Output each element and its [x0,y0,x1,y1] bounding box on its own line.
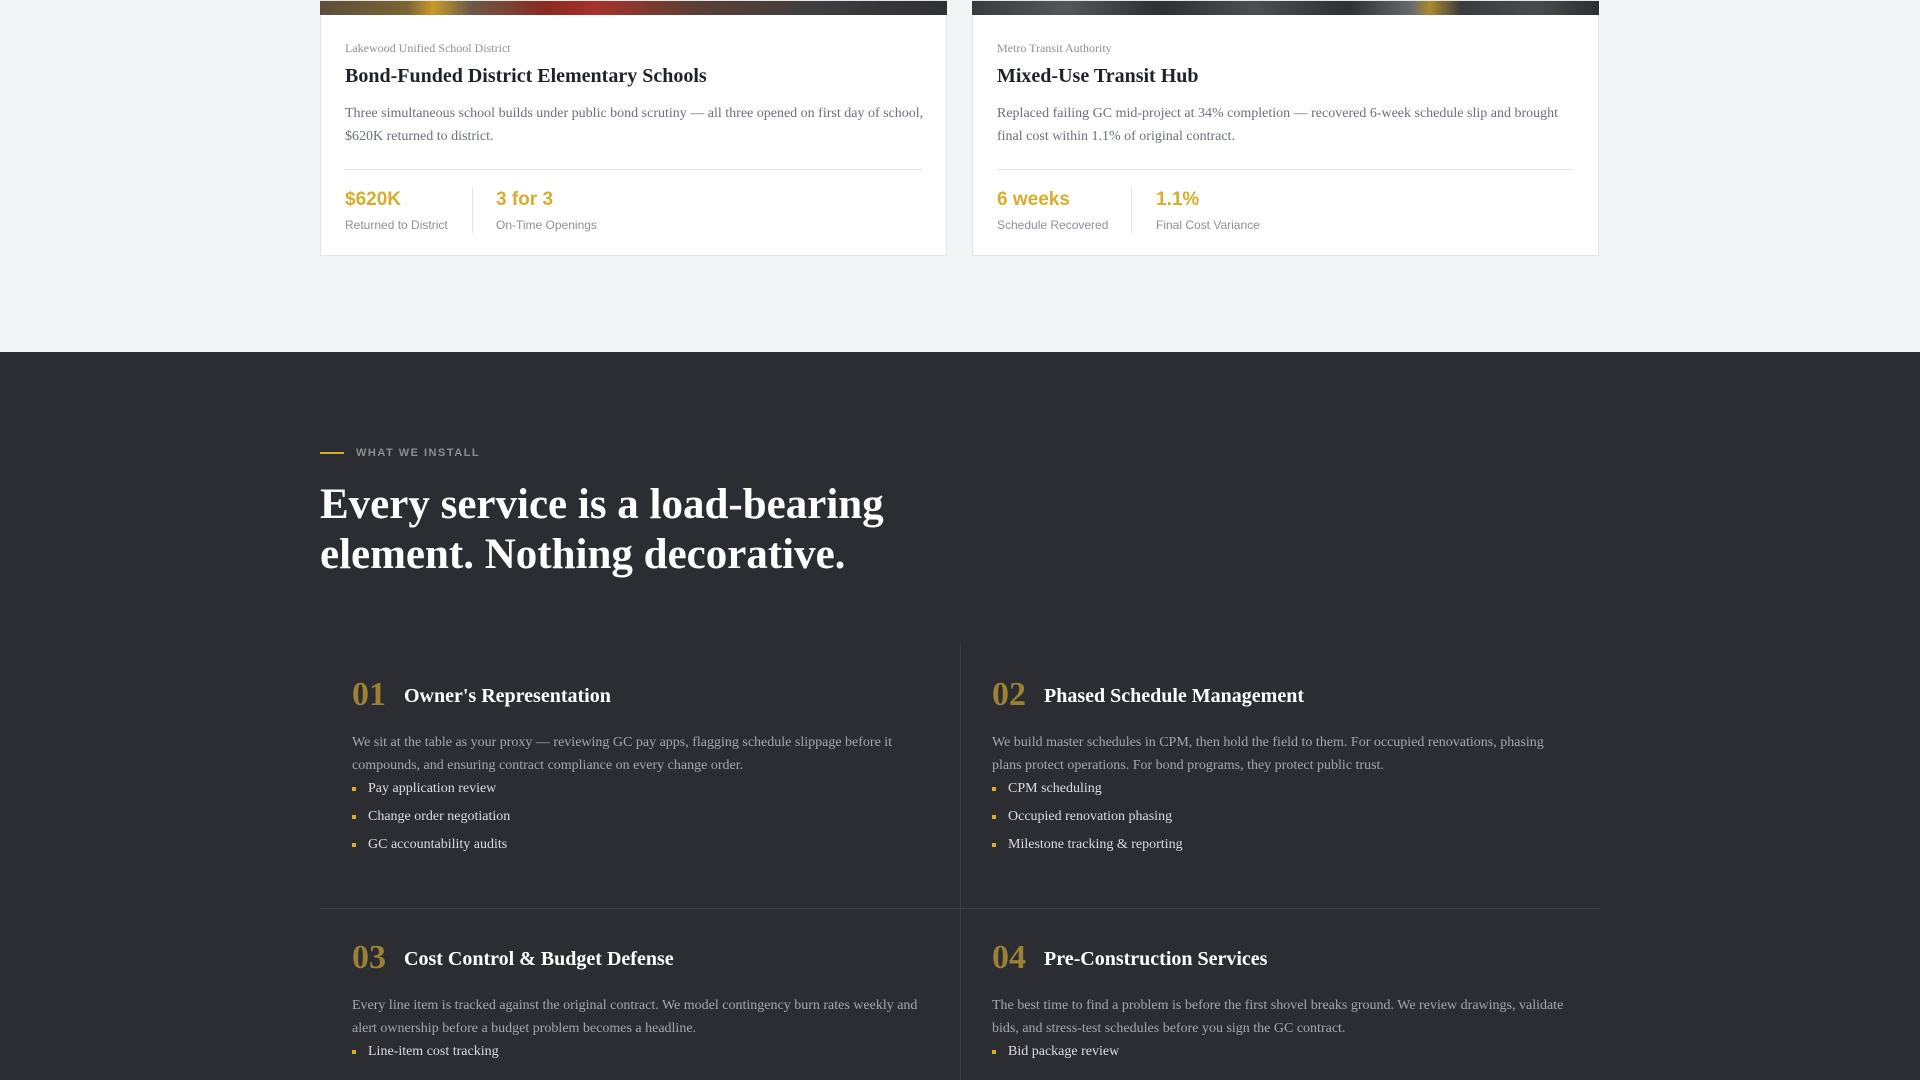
case-photo [972,1,1599,15]
case-client: Lakewood Unified School District [345,41,511,55]
list-item: Bid package review [992,1038,1119,1066]
stat-label: Schedule Recovered [997,218,1109,232]
bullet-square-icon [352,1050,356,1054]
case-card-transit[interactable]: Metro Transit Authority Mixed-Use Transi… [972,0,1599,256]
service-title: Owner's Representation [404,685,611,707]
bullet-square-icon [352,787,356,791]
service-title: Phased Schedule Management [1044,685,1304,707]
case-title[interactable]: Bond-Funded District Elementary Schools [345,65,707,88]
section-headline: Every service is a load-bearing element.… [320,481,884,578]
service-number: 02 [992,676,1026,713]
case-stat: 1.1% Final Cost Variance [1156,189,1260,232]
stat-label: Final Cost Variance [1156,218,1260,232]
case-stat: 6 weeks Schedule Recovered [997,189,1108,232]
service-number: 01 [352,676,386,713]
service-description: We sit at the table as your proxy — revi… [352,735,893,773]
list-item: Pay application review [352,775,510,803]
service-description: Every line item is tracked against the o… [352,998,918,1036]
list-item: Change order negotiation [352,803,510,831]
stat-label: Returned to District [345,218,448,232]
divider [345,169,922,170]
bullet-square-icon [992,843,996,847]
stat-value: $620K [345,189,401,210]
service-bullets: Line-item cost tracking [352,1038,499,1066]
service-title: Pre-Construction Services [1044,948,1268,970]
case-stat: 3 for 3 On-Time Openings [496,189,597,232]
bullet-square-icon [992,1050,996,1054]
case-studies: Lakewood Unified School District Bond-Fu… [320,0,1600,257]
list-item: Line-item cost tracking [352,1038,499,1066]
service-description: We build master schedules in CPM, then h… [992,735,1544,773]
list-item: CPM scheduling [992,775,1183,803]
service-description: The best time to find a problem is befor… [992,998,1564,1036]
service-number: 03 [352,939,386,976]
divider [997,169,1574,170]
grid-divider-horizontal [320,908,1600,909]
grid-divider-vertical [960,644,961,1080]
stat-label: On-Time Openings [496,218,597,232]
case-stat: $620K Returned to District [345,189,448,232]
bullet-square-icon [352,843,356,847]
list-item: Occupied renovation phasing [992,803,1183,831]
case-title[interactable]: Mixed-Use Transit Hub [997,65,1199,88]
bullet-square-icon [992,815,996,819]
service-number: 04 [992,939,1026,976]
case-client: Metro Transit Authority [997,41,1112,55]
stat-value: 6 weeks [997,189,1070,210]
eyebrow-text: WHAT WE INSTALL [356,447,481,459]
service-bullets: Bid package review [992,1038,1119,1066]
service-bullets: Pay application review Change order nego… [352,775,510,859]
stat-value: 3 for 3 [496,189,554,210]
section-eyebrow: WHAT WE INSTALL [320,447,480,459]
bullet-square-icon [352,815,356,819]
service-title: Cost Control & Budget Defense [404,948,674,970]
list-item: Milestone tracking & reporting [992,831,1183,859]
eyebrow-dash [320,452,344,454]
stat-divider [472,187,473,233]
stat-divider [1131,187,1132,233]
case-description: Replaced failing GC mid-project at 34% c… [997,106,1558,144]
case-description: Three simultaneous school builds under p… [345,106,924,144]
case-card-schools[interactable]: Lakewood Unified School District Bond-Fu… [320,0,947,256]
stat-value: 1.1% [1156,189,1200,210]
list-item: GC accountability audits [352,831,510,859]
case-photo [320,1,947,15]
service-bullets: CPM scheduling Occupied renovation phasi… [992,775,1183,859]
bullet-square-icon [992,787,996,791]
